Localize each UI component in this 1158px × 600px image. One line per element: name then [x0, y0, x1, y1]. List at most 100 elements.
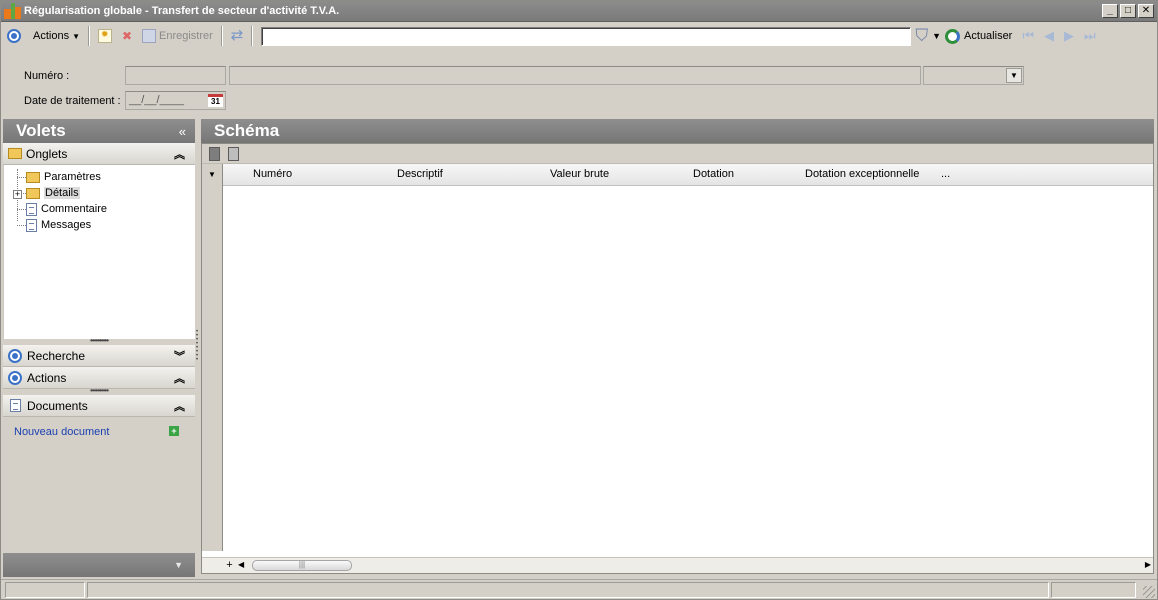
first-record-icon[interactable]: ⏮	[1022, 28, 1034, 44]
refresh-icon	[945, 28, 961, 44]
scroll-right-icon[interactable]: ▶	[1145, 560, 1151, 569]
chevron-up-icon[interactable]: ︽	[174, 146, 185, 162]
grid-body: ▼ Numéro Descriptif Valeur brute Dotatio…	[202, 164, 1153, 553]
chevron-up-icon[interactable]: ︽	[174, 370, 185, 386]
refresh-label: Actualiser	[964, 30, 1013, 42]
toolbar-separator	[88, 26, 90, 46]
collapse-panel-icon[interactable]: «	[179, 124, 186, 139]
chevron-down-icon[interactable]: ▼	[1006, 68, 1022, 83]
column-chooser-icon[interactable]: ▼	[208, 170, 216, 179]
minimize-button[interactable]: _	[1102, 3, 1118, 18]
previous-record-icon[interactable]: ◀	[1044, 28, 1054, 44]
onglets-group-header[interactable]: Onglets ︽	[3, 143, 195, 165]
schema-header: Schéma	[201, 119, 1154, 143]
app-logo-icon	[4, 2, 22, 19]
folder-icon	[26, 171, 40, 183]
filter-dropdown-icon[interactable]: ▼	[932, 31, 941, 41]
expand-icon[interactable]: +	[13, 190, 22, 199]
actions-menu-label: Actions	[33, 30, 70, 42]
chevron-up-icon[interactable]: ︽	[174, 398, 185, 414]
calendar-icon[interactable]: 31	[208, 94, 223, 107]
actions-menu-button[interactable]: Actions ▼	[29, 25, 84, 47]
toolbar-separator	[251, 26, 254, 46]
folder-open-icon	[26, 187, 40, 199]
resize-grip-icon[interactable]	[1143, 586, 1155, 598]
grid-toolbar	[202, 144, 1153, 164]
close-button[interactable]: ✕	[1138, 3, 1154, 18]
search-input[interactable]	[261, 26, 912, 46]
tree-item-parametres[interactable]: Paramètres	[26, 169, 101, 185]
recherche-group-header[interactable]: Recherche ︾	[3, 345, 195, 367]
actions-ring-icon	[8, 370, 22, 385]
main-toolbar: Actions ▼ ✖ Enregistrer ⇄ ⛉ ▼ Actualiser…	[0, 23, 1158, 49]
new-document-link[interactable]: Nouveau document	[14, 426, 109, 438]
sync-button[interactable]: ⇄	[227, 25, 248, 47]
schema-grid: ▼ Numéro Descriptif Valeur brute Dotatio…	[201, 143, 1154, 574]
delete-icon: ✖	[121, 29, 133, 43]
documents-area: Nouveau document +	[3, 417, 195, 534]
numero-field[interactable]	[125, 66, 226, 85]
numero-combo[interactable]: ▼	[923, 66, 1024, 85]
add-row-icon[interactable]: +	[223, 558, 236, 573]
tree-item-details[interactable]: Détails	[26, 185, 80, 201]
status-cell	[5, 582, 85, 598]
column-header-more[interactable]: ...	[941, 168, 950, 180]
tree-item-label: Messages	[41, 219, 92, 231]
onglets-tree: Paramètres + Détails Commentaire Message…	[3, 165, 195, 339]
date-label: Date de traitement :	[24, 95, 121, 107]
tree-item-commentaire[interactable]: Commentaire	[26, 201, 107, 217]
refresh-button[interactable]: Actualiser	[964, 25, 1012, 47]
tree-item-label: Commentaire	[41, 203, 108, 215]
title-bar: Régularisation globale - Transfert de se…	[0, 0, 1158, 22]
search-ring-icon	[8, 348, 22, 363]
window-controls: _ □ ✕	[1102, 3, 1154, 18]
status-cell	[87, 582, 1049, 598]
grid-header-row: ▼ Numéro Descriptif Valeur brute Dotatio…	[202, 164, 1153, 186]
filter-icon[interactable]: ⛉	[915, 27, 928, 45]
toolbar-separator	[220, 26, 223, 46]
tree-item-messages[interactable]: Messages	[26, 217, 91, 233]
documents-group-header[interactable]: Documents ︽	[3, 395, 195, 417]
onglets-label: Onglets	[26, 146, 68, 161]
tree-line	[17, 177, 26, 178]
horizontal-scrollbar[interactable]: + ◀ ||| ▶	[202, 557, 1153, 573]
actions-ring-icon	[7, 29, 21, 43]
save-button[interactable]: Enregistrer	[138, 25, 217, 47]
document-icon	[26, 202, 37, 216]
volets-panel: Volets « Onglets ︽ Paramètres + Détails …	[3, 119, 195, 577]
scrollbar-thumb[interactable]: |||	[252, 560, 352, 571]
maximize-button[interactable]: □	[1120, 3, 1136, 18]
status-bar	[0, 579, 1158, 600]
vertical-splitter-grip[interactable]: • • • • • • • •	[195, 329, 199, 366]
panel-footer[interactable]: ▼	[3, 553, 195, 577]
new-document-icon	[98, 29, 112, 43]
grid-tool-icon[interactable]	[209, 146, 220, 161]
chevron-down-icon[interactable]: ︾	[174, 348, 185, 364]
new-button[interactable]	[94, 25, 116, 47]
grid-tool-icon[interactable]	[228, 146, 239, 161]
delete-button[interactable]: ✖	[116, 25, 138, 47]
column-header-dotation-exceptionnelle[interactable]: Dotation exceptionnelle	[805, 168, 919, 180]
next-record-icon[interactable]: ▶	[1064, 28, 1074, 44]
document-icon	[26, 218, 37, 232]
column-header-dotation[interactable]: Dotation	[693, 168, 734, 180]
schema-title: Schéma	[214, 121, 280, 140]
column-header-numero[interactable]: Numéro	[253, 168, 292, 180]
folder-icon	[8, 148, 22, 159]
tree-line	[17, 225, 26, 226]
save-label: Enregistrer	[159, 30, 213, 42]
date-field[interactable]: __/__/____ 31	[125, 91, 226, 110]
recherche-label: Recherche	[27, 348, 86, 363]
numero-description-field[interactable]	[229, 66, 921, 85]
tree-item-label: Détails	[44, 187, 80, 199]
scroll-left-icon[interactable]: ◀	[238, 560, 244, 569]
last-record-icon[interactable]: ⏭	[1084, 28, 1096, 44]
volets-title: Volets	[16, 121, 66, 140]
sync-icon: ⇄	[230, 27, 244, 44]
column-header-descriptif[interactable]: Descriptif	[397, 168, 443, 180]
column-header-valeur-brute[interactable]: Valeur brute	[550, 168, 609, 180]
add-document-icon[interactable]: +	[169, 426, 179, 436]
volets-header: Volets «	[3, 119, 195, 143]
save-icon	[142, 29, 156, 43]
window-title: Régularisation globale - Transfert de se…	[24, 4, 340, 17]
